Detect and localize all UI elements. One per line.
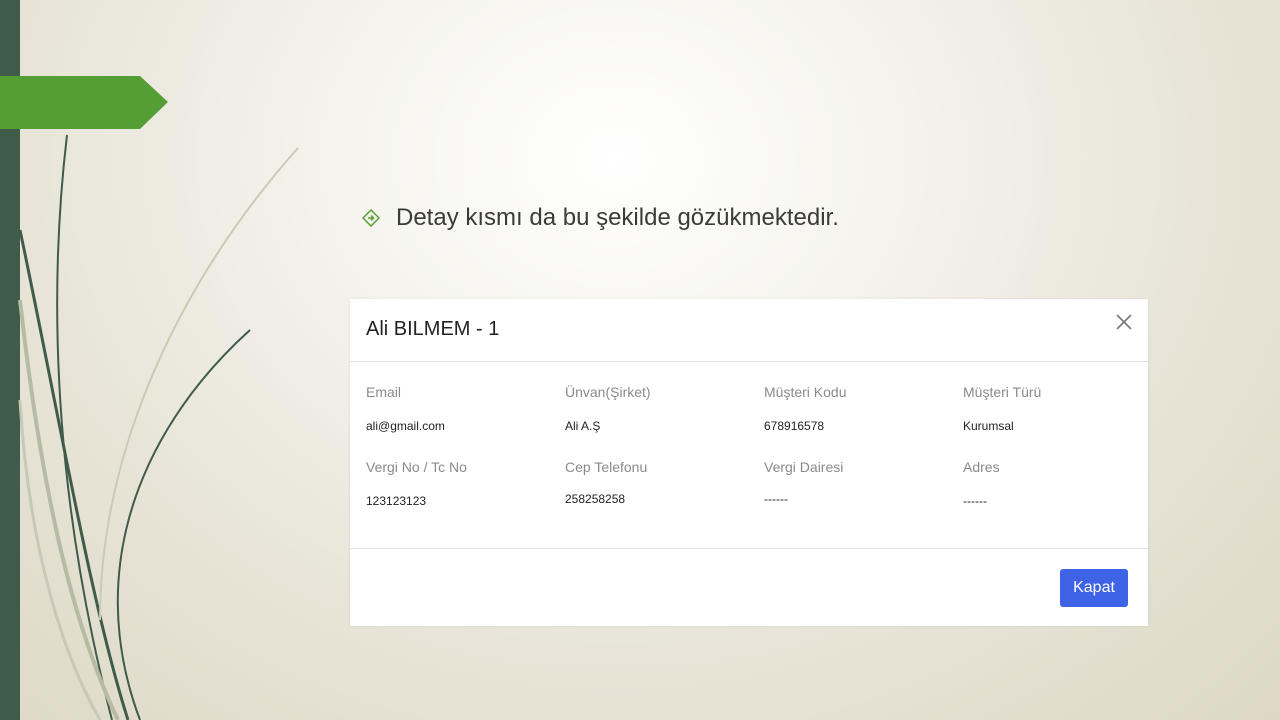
field-vergi-no: Vergi No / Tc No 123123123	[366, 459, 467, 508]
field-musteri-kodu: Müşteri Kodu 678916578	[764, 384, 846, 433]
modal-header: Ali BILMEM - 1	[350, 299, 1148, 362]
field-label: Ünvan(Şirket)	[565, 384, 651, 400]
field-label: Email	[366, 384, 402, 400]
modal-footer: Kapat	[350, 549, 1148, 627]
green-arrow-banner	[0, 76, 168, 129]
diamond-arrow-icon	[360, 207, 382, 229]
field-value: ------	[963, 494, 987, 508]
field-value: ali@gmail.com	[366, 419, 445, 433]
field-musteri-turu: Müşteri Türü Kurumsal	[963, 384, 1041, 433]
field-label: Adres	[963, 459, 1000, 475]
modal-body: Email ali@gmail.com Ünvan(Şirket) Ali A.…	[350, 362, 1148, 549]
field-unvan: Ünvan(Şirket) Ali A.Ş	[565, 384, 651, 433]
field-vergi-dairesi: Vergi Dairesi ------	[764, 459, 843, 506]
field-label: Vergi Dairesi	[764, 459, 844, 475]
field-label: Müşteri Türü	[963, 384, 1042, 400]
field-value: Kurumsal	[963, 419, 1014, 433]
modal-title: Ali BILMEM - 1	[366, 318, 500, 340]
field-value: 678916578	[764, 419, 825, 433]
bullet-text: Detay kısmı da bu şekilde gözükmektedir.	[396, 204, 839, 231]
field-value: Ali A.Ş	[565, 419, 601, 433]
field-value: 123123123	[366, 494, 427, 508]
customer-detail-modal: Ali BILMEM - 1 Email ali@gmail.com Ünvan…	[350, 299, 1148, 626]
field-cep-telefonu: Cep Telefonu 258258258	[565, 459, 647, 506]
close-button[interactable]: Kapat	[1060, 569, 1128, 607]
field-label: Müşteri Kodu	[764, 384, 847, 400]
field-email: Email ali@gmail.com	[366, 384, 445, 433]
field-value: 258258258	[565, 492, 626, 506]
field-label: Cep Telefonu	[565, 459, 648, 475]
field-adres: Adres ------	[963, 459, 1000, 508]
bullet-line: Detay kısmı da bu şekilde gözükmektedir.	[360, 204, 839, 232]
field-label: Vergi No / Tc No	[366, 459, 467, 475]
field-value: ------	[764, 492, 788, 506]
close-icon[interactable]	[1114, 312, 1134, 332]
